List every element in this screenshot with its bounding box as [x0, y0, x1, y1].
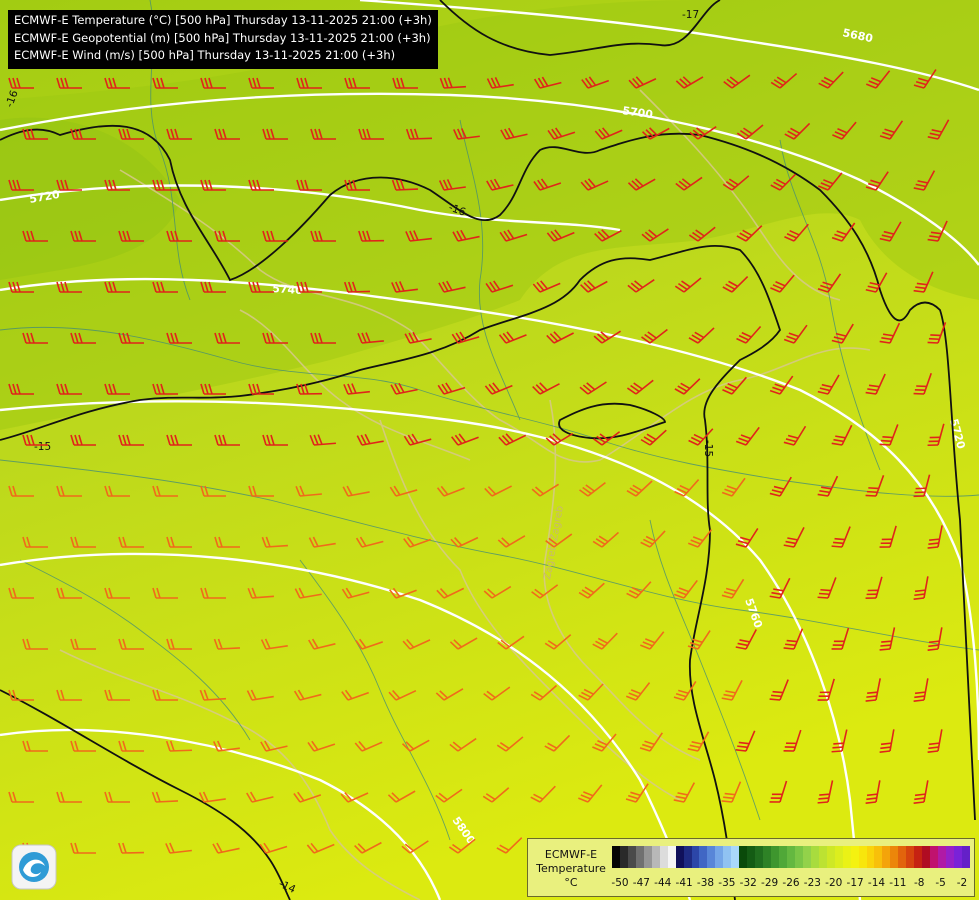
- legend-tick: -20: [825, 877, 843, 889]
- legend-swatch: [794, 846, 803, 868]
- legend-swatch: [619, 846, 628, 868]
- legend-tick: -14: [867, 877, 886, 889]
- legend-swatch: [802, 846, 811, 868]
- legend-swatch: [898, 846, 907, 868]
- legend-swatch: [675, 846, 684, 868]
- legend-tick: -11: [889, 877, 907, 889]
- legend-title-unit: °C: [564, 876, 578, 889]
- legend-title-model: ECMWF-E: [544, 848, 598, 861]
- wave-logo-icon: [11, 844, 57, 890]
- legend-swatch: [683, 846, 692, 868]
- legend-tick: -23: [803, 877, 821, 889]
- weather-map: 5680 5700 5720 5740 5760 5720 5800 -17 -…: [0, 0, 979, 900]
- legend-swatch: [842, 846, 851, 868]
- legend-swatch: [779, 846, 787, 868]
- temperature-header-line: ECMWF-E Temperature (°C) [500 hPa] Thurs…: [14, 13, 432, 27]
- legend-swatch: [635, 846, 644, 868]
- legend-swatch: [930, 846, 939, 868]
- legend-swatch: [834, 846, 843, 868]
- legend-swatch: [731, 846, 740, 868]
- legend-swatch: [659, 846, 668, 868]
- legend-tick: -2: [956, 877, 968, 889]
- legend-swatch: [747, 846, 756, 868]
- temperature-legend: ECMWF-E Temperature °C -50 -47 -44 -41 -38 -3…: [527, 838, 975, 897]
- legend-swatch: [922, 846, 931, 868]
- geopotential-header-line: ECMWF-E Geopotential (m) [500 hPa] Thurs…: [14, 30, 431, 45]
- legend-swatch: [627, 846, 636, 868]
- wind-header-line: ECMWF-E Wind (m/s) [500 hPa] Thursday 13…: [14, 48, 396, 62]
- legend-swatch: [938, 846, 947, 868]
- legend-swatch: [826, 846, 835, 868]
- legend-swatch: [723, 846, 732, 868]
- legend-swatch: [858, 846, 867, 868]
- legend-swatch: [643, 846, 652, 868]
- legend-tick: -38: [696, 877, 715, 889]
- legend-tick: -47: [632, 877, 650, 889]
- legend-tick-labels: -50 -47 -44 -41 -38 -35 -32 -29 -26 -23 -20 -17 -14-…: [611, 877, 970, 891]
- legend-tick: -41: [675, 877, 693, 889]
- contour-label: -15: [702, 440, 714, 457]
- legend-tick: -35: [718, 877, 736, 889]
- legend-swatch: [707, 846, 716, 868]
- legend-tick: -50: [611, 877, 629, 889]
- legend-tick: -17: [846, 877, 864, 889]
- legend-swatch: [715, 846, 724, 868]
- map-info-header: ECMWF-E Temperature (°C) [500 hPa] Thurs…: [8, 10, 438, 69]
- contour-label: -15: [34, 441, 51, 453]
- legend-title: ECMWF-E Temperature °C: [532, 848, 610, 890]
- legend-swatch: [691, 846, 700, 868]
- legend-tick: -8: [914, 877, 925, 889]
- legend-swatch: [890, 846, 899, 868]
- legend-swatch: [810, 846, 819, 868]
- legend-swatch: [906, 846, 915, 868]
- legend-tick: -29: [761, 877, 779, 889]
- legend-swatch: [612, 846, 620, 868]
- legend-title-parameter: Temperature: [536, 862, 606, 875]
- legend-tick: -32: [739, 877, 757, 889]
- legend-swatch: [914, 846, 923, 868]
- legend-swatch: [882, 846, 891, 868]
- legend-swatch: [771, 846, 780, 868]
- legend-swatch: [755, 846, 764, 868]
- legend-swatch: [961, 846, 970, 868]
- legend-swatch: [667, 846, 676, 868]
- legend-tick: -44: [654, 877, 672, 889]
- legend-swatch: [946, 846, 954, 868]
- legend-swatch: [874, 846, 883, 868]
- legend-swatch: [699, 846, 708, 868]
- legend-swatch: [818, 846, 827, 868]
- legend-tick: -5: [935, 877, 946, 889]
- contour-label: -17: [682, 9, 699, 21]
- legend-tick: -26: [782, 877, 800, 889]
- legend-swatch: [651, 846, 660, 868]
- legend-swatch: [850, 846, 859, 868]
- legend-color-bar: [612, 846, 970, 868]
- legend-swatch: [953, 846, 962, 868]
- legend-swatch: [739, 846, 748, 868]
- legend-swatch: [763, 846, 772, 868]
- legend-swatch: [866, 846, 875, 868]
- legend-swatch: [786, 846, 795, 868]
